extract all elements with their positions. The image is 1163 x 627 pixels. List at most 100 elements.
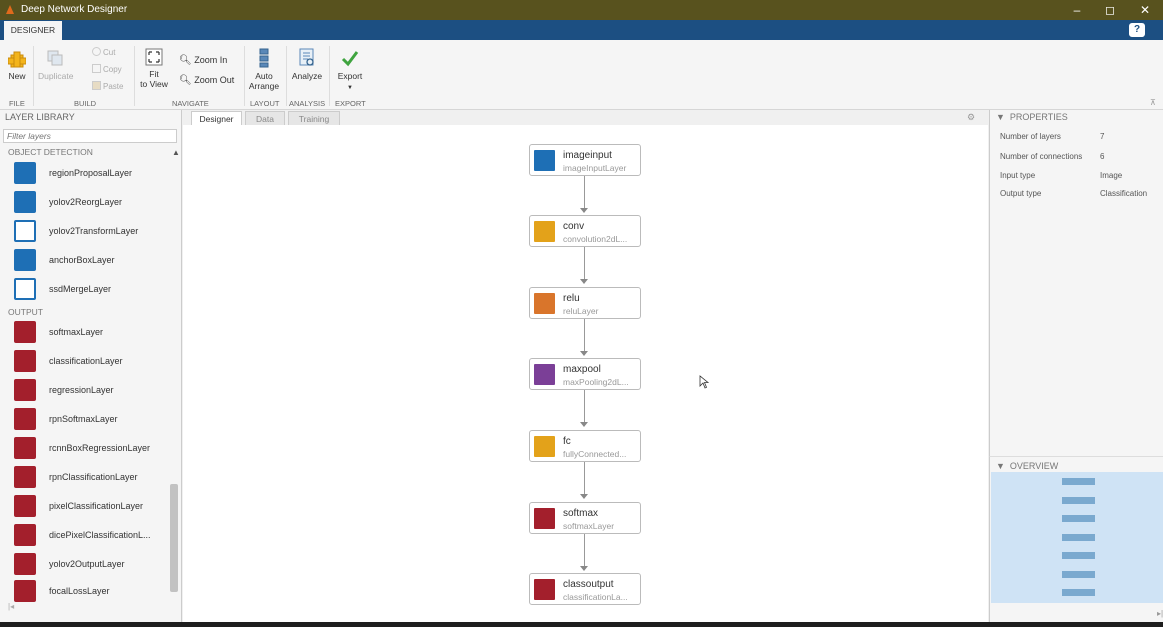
layer-library-panel: LAYER LIBRARY OBJECT DETECTION ▲ regionP… — [0, 110, 182, 622]
image-input-icon — [534, 150, 555, 171]
connection-line — [584, 319, 585, 351]
export-dropdown-arrow: ▼ — [347, 85, 353, 91]
library-item-rcnnboxregression[interactable]: rcnnBoxRegressionLayer — [14, 436, 166, 460]
layer-name: softmax — [563, 508, 599, 519]
pixel-classification-icon — [14, 495, 36, 517]
library-item-label: focalLossLayer — [49, 586, 110, 596]
library-item-rpnclassification[interactable]: rpnClassificationLayer — [14, 465, 166, 489]
layer-node-classoutput[interactable]: classoutput classificationLa... — [529, 573, 641, 605]
close-icon[interactable]: ✕ — [1130, 2, 1160, 18]
layer-node-relu[interactable]: relu reluLayer — [529, 287, 641, 319]
auto-label-2: Arrange — [248, 81, 280, 91]
library-scrollbar[interactable] — [170, 484, 178, 592]
property-label: Input type — [1000, 171, 1036, 180]
maxpool-icon — [534, 364, 555, 385]
copy-button[interactable]: Copy — [92, 64, 122, 74]
library-item-label: ssdMergeLayer — [49, 284, 112, 294]
cut-button[interactable]: Cut — [92, 47, 115, 57]
network-canvas[interactable]: imageinput imageInputLayer conv convolut… — [183, 125, 988, 622]
expand-icon[interactable]: ▸| — [1157, 609, 1163, 618]
scissors-icon — [92, 47, 101, 56]
overview-layer-block — [1062, 533, 1095, 541]
tab-designer-canvas[interactable]: Designer — [191, 111, 242, 125]
overview-viewport[interactable] — [991, 472, 1163, 603]
zoom-in-button[interactable]: 🔍︎ Zoom In — [179, 55, 227, 66]
property-row: Number of connections 6 — [1000, 152, 1160, 161]
new-button[interactable]: New — [6, 48, 28, 81]
taskbar-strip — [0, 622, 1163, 627]
auto-arrange-button[interactable]: Auto Arrange — [246, 48, 282, 91]
connection-line — [584, 390, 585, 422]
library-item-ssdmerge[interactable]: ssdMergeLayer — [14, 277, 166, 301]
minimize-icon[interactable]: – — [1062, 2, 1092, 18]
gear-icon[interactable]: ⚙ — [967, 112, 975, 123]
library-item-regionproposal[interactable]: regionProposalLayer — [14, 161, 166, 185]
relu-icon — [534, 293, 555, 314]
fit-to-view-button[interactable]: Fit to View — [138, 48, 170, 89]
layer-node-softmax[interactable]: softmax softmaxLayer — [529, 502, 641, 534]
connection-arrow — [580, 279, 588, 284]
help-icon[interactable]: ? — [1129, 23, 1145, 37]
auto-arrange-icon — [259, 48, 269, 68]
analyze-button[interactable]: Analyze — [289, 48, 325, 81]
tab-data[interactable]: Data — [245, 111, 285, 125]
restore-icon[interactable]: ◻ — [1095, 2, 1125, 18]
category-output[interactable]: OUTPUT — [8, 307, 43, 317]
duplicate-button[interactable]: Duplicate — [38, 48, 73, 81]
library-item-softmax[interactable]: softmaxLayer — [14, 320, 166, 344]
layer-node-maxpool[interactable]: maxpool maxPooling2dL... — [529, 358, 641, 390]
layer-type: softmaxLayer — [563, 521, 615, 531]
layer-node-fc[interactable]: fc fullyConnected... — [529, 430, 641, 462]
library-item-label: regressionLayer — [49, 385, 114, 395]
connection-line — [584, 247, 585, 279]
library-item-focalloss[interactable]: focalLossLayer — [14, 579, 166, 603]
separator — [329, 46, 330, 106]
library-collapse-icon[interactable]: |◂ — [0, 602, 182, 612]
paste-button[interactable]: Paste — [92, 81, 123, 91]
tab-designer[interactable]: DESIGNER — [4, 21, 62, 40]
library-item-label: regionProposalLayer — [49, 168, 133, 178]
copy-label: Copy — [103, 65, 122, 74]
fit-to-view-icon — [145, 48, 163, 66]
section-label-layout: LAYOUT — [250, 99, 280, 108]
analyze-label: Analyze — [291, 71, 323, 81]
overview-layer-block — [1062, 589, 1095, 596]
classification-icon — [534, 579, 555, 600]
library-item-classification[interactable]: classificationLayer — [14, 349, 166, 373]
library-item-yolov2transform[interactable]: yolov2TransformLayer — [14, 219, 166, 243]
layer-type: imageInputLayer — [563, 163, 627, 173]
ribbon-tab-strip: DESIGNER ? — [0, 20, 1163, 40]
library-item-yolov2reorg[interactable]: yolov2ReorgLayer — [14, 190, 166, 214]
chevron-up-icon[interactable]: ▲ — [172, 148, 180, 157]
layer-name: imageinput — [563, 150, 612, 161]
library-item-label: yolov2TransformLayer — [49, 226, 139, 236]
property-value: Image — [1100, 171, 1123, 180]
filter-layers-input[interactable] — [3, 129, 177, 143]
library-item-yolov2output[interactable]: yolov2OutputLayer — [14, 552, 166, 576]
library-item-pixelclassification[interactable]: pixelClassificationLayer — [14, 494, 166, 518]
collapse-toolstrip-icon[interactable]: ⊼ — [1150, 98, 1156, 107]
library-item-label: anchorBoxLayer — [49, 255, 115, 265]
library-item-rpnsoftmax[interactable]: rpnSoftmaxLayer — [14, 407, 166, 431]
library-item-label: pixelClassificationLayer — [49, 501, 144, 511]
property-value: 7 — [1100, 132, 1105, 141]
library-item-anchorbox[interactable]: anchorBoxLayer — [14, 248, 166, 272]
library-item-regression[interactable]: regressionLayer — [14, 378, 166, 402]
zoom-out-button[interactable]: 🔍︎ Zoom Out — [179, 75, 234, 86]
document-tabs: Designer Data Training ⚙ — [183, 110, 988, 125]
export-button[interactable]: Export ▼ — [333, 48, 367, 91]
layer-node-imageinput[interactable]: imageinput imageInputLayer — [529, 144, 641, 176]
rcnn-box-icon — [14, 437, 36, 459]
category-object-detection[interactable]: OBJECT DETECTION — [8, 147, 93, 157]
properties-panel: ▼ PROPERTIES Number of layers 7 Number o… — [989, 110, 1163, 456]
yolo-reorg-icon — [14, 191, 36, 213]
section-label-navigate: NAVIGATE — [172, 99, 209, 108]
layer-node-conv[interactable]: conv convolution2dL... — [529, 215, 641, 247]
focal-loss-icon — [14, 580, 36, 602]
library-item-dicepixelclassification[interactable]: dicePixelClassificationL... — [14, 523, 166, 547]
library-item-label: yolov2ReorgLayer — [49, 197, 123, 207]
tab-training[interactable]: Training — [288, 111, 340, 125]
zoom-in-label: Zoom In — [194, 55, 228, 65]
library-item-label: rpnSoftmaxLayer — [49, 414, 118, 424]
section-label-file: FILE — [9, 99, 25, 108]
